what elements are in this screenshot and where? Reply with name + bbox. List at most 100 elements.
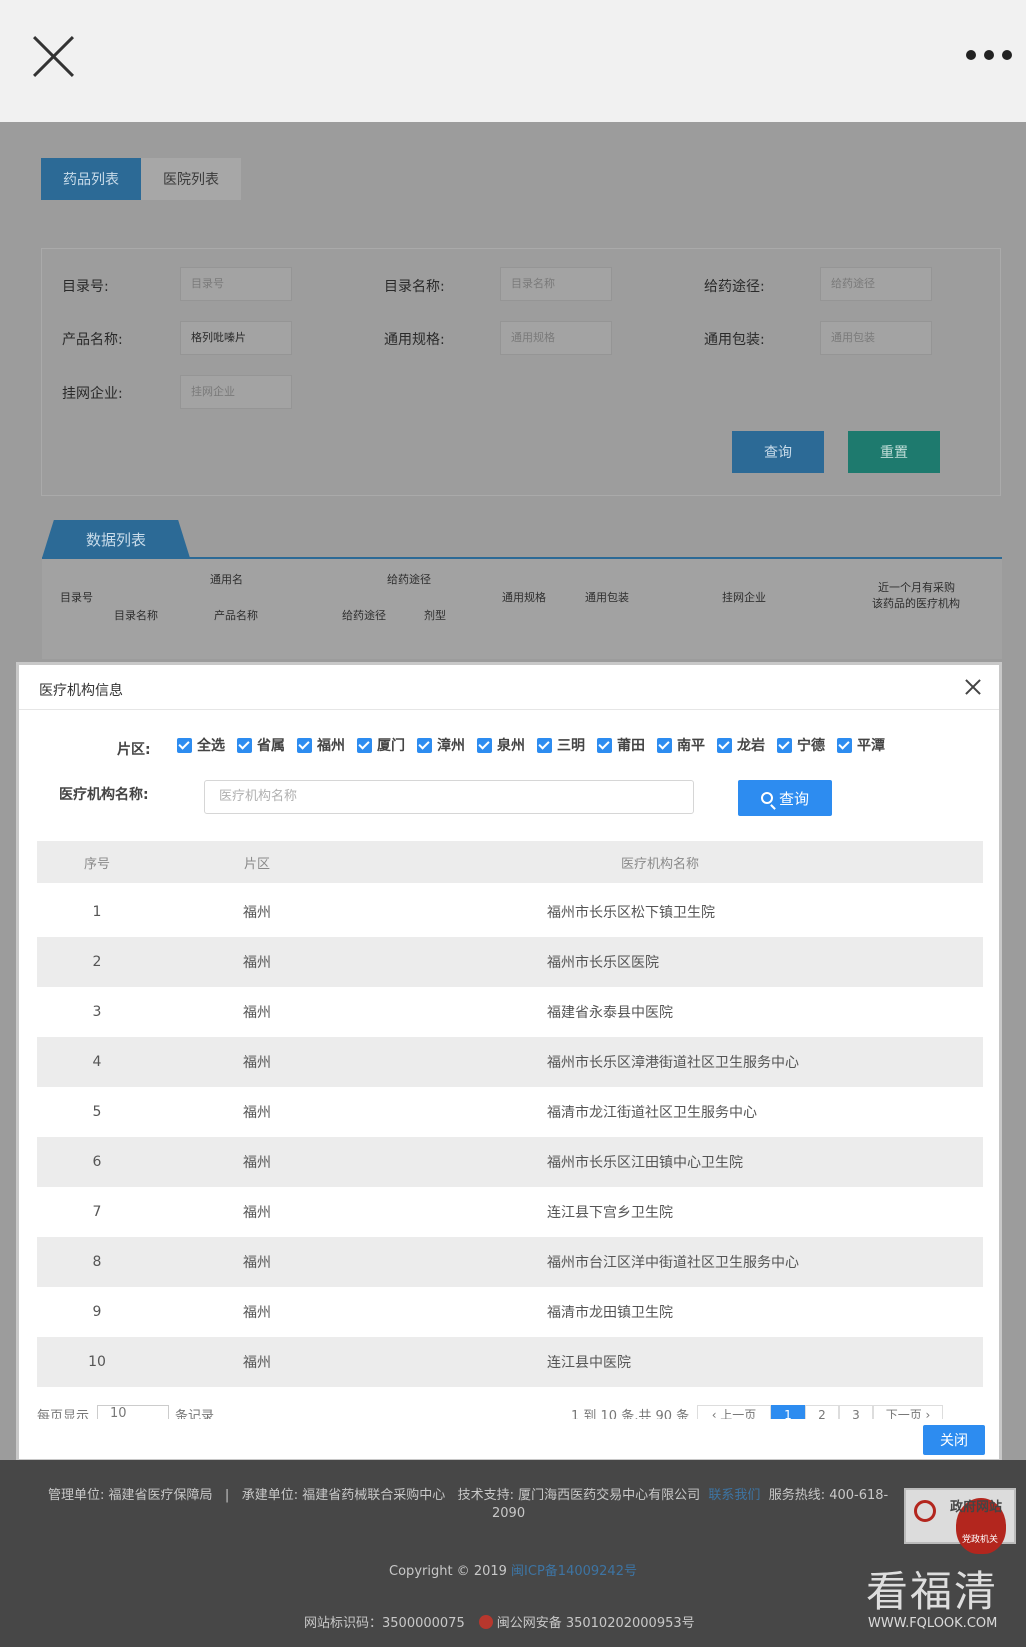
- table-row[interactable]: 1 福州 福州市长乐区松下镇卫生院: [37, 887, 983, 937]
- company-input[interactable]: 挂网企业: [180, 375, 292, 409]
- icp-link[interactable]: 闽ICP备14009242号: [511, 1564, 637, 1579]
- page-button-3[interactable]: 3: [839, 1405, 873, 1419]
- spec-label: 通用规格:: [384, 332, 445, 348]
- reset-button[interactable]: 重置: [848, 431, 940, 473]
- table-header: 序号 片区 医疗机构名称: [37, 841, 983, 883]
- col-dosage-form: 剂型: [424, 609, 446, 622]
- col-package: 通用包装: [585, 591, 629, 604]
- header-no: 序号: [83, 856, 110, 872]
- tab-hospital-list[interactable]: 医院列表: [141, 158, 241, 200]
- region-checkbox-nanping[interactable]: 南平: [657, 735, 705, 755]
- institution-table: 序号 片区 医疗机构名称 1 福州 福州市长乐区松下镇卫生院 2 福州 福州市长…: [37, 841, 983, 1387]
- per-page-suffix: 条记录: [175, 1409, 215, 1419]
- page-button-2[interactable]: 2: [805, 1405, 839, 1419]
- institution-info-modal: 医疗机构信息 片区: 全选 省属 福州 厦门 漳州 泉州 三明 莆田 南平 龙岩…: [16, 662, 1002, 1462]
- region-checkbox-group: 全选 省属 福州 厦门 漳州 泉州 三明 莆田 南平 龙岩 宁德 平潭: [177, 735, 885, 755]
- watermark-logo: 看福清: [866, 1567, 999, 1616]
- region-checkbox-ningde[interactable]: 宁德: [777, 735, 825, 755]
- more-options-icon[interactable]: [966, 50, 1026, 64]
- checkbox-checked-icon: [837, 737, 852, 753]
- col-generic-name: 通用名: [210, 573, 243, 586]
- contact-us-link[interactable]: 联系我们: [708, 1488, 760, 1503]
- modal-search-button[interactable]: 查询: [738, 780, 832, 816]
- header-region: 片区: [243, 856, 270, 872]
- table-row[interactable]: 4 福州 福州市长乐区漳港街道社区卫生服务中心: [37, 1037, 983, 1087]
- gov-website-badge[interactable]: 政府网站 党政机关: [904, 1488, 1016, 1554]
- police-badge-icon: [478, 1615, 493, 1629]
- region-checkbox-all[interactable]: 全选: [177, 735, 225, 755]
- col-spec: 通用规格: [502, 591, 546, 604]
- table-row[interactable]: 6 福州 福州市长乐区江田镇中心卫生院: [37, 1137, 983, 1187]
- data-list-header: 目录号 通用名 目录名称 产品名称 给药途径 给药途径 剂型 通用规格 通用包装…: [42, 559, 1002, 659]
- region-checkbox-fuzhou[interactable]: 福州: [297, 735, 345, 755]
- next-page-button[interactable]: 下一页 ›: [873, 1405, 943, 1419]
- tab-drug-list[interactable]: 药品列表: [41, 158, 141, 200]
- page-summary: 1 到 10 条,共 90 条: [571, 1409, 690, 1419]
- table-row[interactable]: 9 福州 福清市龙田镇卫生院: [37, 1287, 983, 1337]
- col-product-name: 产品名称: [214, 609, 258, 622]
- institution-name-label: 医疗机构名称:: [59, 787, 149, 803]
- region-checkbox-zhangzhou[interactable]: 漳州: [417, 735, 465, 755]
- checkbox-checked-icon: [537, 737, 552, 753]
- checkbox-checked-icon: [297, 737, 312, 753]
- checkbox-checked-icon: [357, 737, 372, 753]
- col-route: 给药途径: [342, 609, 386, 622]
- close-icon[interactable]: [30, 33, 78, 81]
- col-catalog-no: 目录号: [60, 591, 93, 604]
- region-checkbox-sanming[interactable]: 三明: [537, 735, 585, 755]
- table-row[interactable]: 3 福州 福建省永泰县中医院: [37, 987, 983, 1037]
- catalog-no-label: 目录号:: [62, 279, 109, 295]
- search-icon: [760, 792, 773, 804]
- checkbox-checked-icon: [177, 737, 192, 753]
- region-checkbox-pingtan[interactable]: 平潭: [837, 735, 885, 755]
- modal-close-button[interactable]: 关闭: [923, 1425, 985, 1455]
- app-bar: [0, 0, 1026, 122]
- modal-title-divider: [19, 709, 999, 710]
- modal-close-icon[interactable]: [965, 679, 981, 695]
- package-input[interactable]: 通用包装: [820, 321, 932, 355]
- region-checkbox-provincial[interactable]: 省属: [237, 735, 285, 755]
- pagination-bar: 每页显示 10 条记录 1 到 10 条,共 90 条 ‹ 上一页 1 2 3 …: [19, 1403, 999, 1419]
- police-record-link[interactable]: 闽公网安备 35010202000953号: [497, 1616, 695, 1631]
- table-row[interactable]: 2 福州 福州市长乐区医院: [37, 937, 983, 987]
- table-row[interactable]: 7 福州 连江县下宫乡卫生院: [37, 1187, 983, 1237]
- col-recent-line2: 该药品的医疗机构: [872, 597, 960, 610]
- search-form: 目录号: 目录号 目录名称: 目录名称 给药途径: 给药途径 产品名称: 格列吡…: [41, 248, 1001, 496]
- spec-input[interactable]: 通用规格: [500, 321, 612, 355]
- table-row[interactable]: 10 福州 连江县中医院: [37, 1337, 983, 1387]
- prev-page-button[interactable]: ‹ 上一页: [697, 1405, 771, 1419]
- checkbox-checked-icon: [777, 737, 792, 753]
- package-label: 通用包装:: [704, 332, 765, 348]
- magnifier-icon: [914, 1500, 936, 1522]
- site-footer: 管理单位: 福建省医疗保障局 | 承建单位: 福建省药械联合采购中心 技术支持:…: [0, 1460, 1026, 1647]
- route-label: 给药途径:: [704, 279, 765, 295]
- page-button-1[interactable]: 1: [771, 1405, 805, 1419]
- region-checkbox-longyan[interactable]: 龙岩: [717, 735, 765, 755]
- checkbox-checked-icon: [237, 737, 252, 753]
- table-row[interactable]: 8 福州 福州市台江区洋中街道社区卫生服务中心: [37, 1237, 983, 1287]
- checkbox-checked-icon: [597, 737, 612, 753]
- modal-title: 医疗机构信息: [39, 683, 123, 699]
- col-route-group: 给药途径: [387, 573, 431, 586]
- product-name-input[interactable]: 格列吡嗪片: [180, 321, 292, 355]
- checkbox-checked-icon: [717, 737, 732, 753]
- institution-name-input[interactable]: 医疗机构名称: [204, 780, 694, 814]
- per-page-select[interactable]: 10: [97, 1405, 169, 1419]
- checkbox-checked-icon: [417, 737, 432, 753]
- catalog-name-label: 目录名称:: [384, 279, 445, 295]
- data-list-tab[interactable]: 数据列表: [42, 520, 190, 558]
- catalog-name-input[interactable]: 目录名称: [500, 267, 612, 301]
- route-input[interactable]: 给药途径: [820, 267, 932, 301]
- table-row[interactable]: 5 福州 福清市龙江街道社区卫生服务中心: [37, 1087, 983, 1137]
- catalog-no-input[interactable]: 目录号: [180, 267, 292, 301]
- checkbox-checked-icon: [657, 737, 672, 753]
- list-tabs: 药品列表 医院列表: [41, 158, 241, 200]
- region-checkbox-xiamen[interactable]: 厦门: [357, 735, 405, 755]
- region-checkbox-quanzhou[interactable]: 泉州: [477, 735, 525, 755]
- region-checkbox-putian[interactable]: 莆田: [597, 735, 645, 755]
- col-company: 挂网企业: [722, 591, 766, 604]
- product-name-label: 产品名称:: [62, 332, 123, 348]
- query-button[interactable]: 查询: [732, 431, 824, 473]
- footer-hotline-cont: 2090: [492, 1506, 526, 1521]
- per-page-prefix: 每页显示: [37, 1409, 90, 1419]
